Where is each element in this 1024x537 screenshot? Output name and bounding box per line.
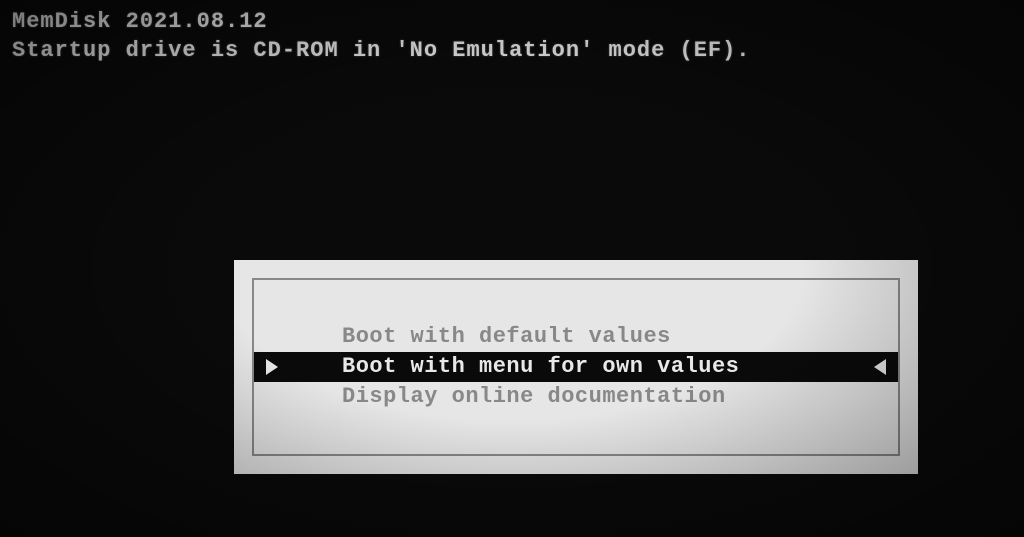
menu-item-boot-own-values[interactable]: Boot with menu for own values [254, 352, 898, 382]
menu-item-label: Boot with menu for own values [342, 354, 739, 379]
header-line-1: MemDisk 2021.08.12 [12, 8, 751, 37]
menu-item-label: Boot with default values [342, 324, 671, 349]
menu-item-boot-default[interactable]: Boot with default values [254, 322, 898, 352]
boot-header: MemDisk 2021.08.12 Startup drive is CD-R… [12, 8, 751, 65]
boot-menu-box: Boot with default values Boot with menu … [234, 260, 918, 474]
menu-item-display-docs[interactable]: Display online documentation [254, 382, 898, 412]
boot-menu-inner: Boot with default values Boot with menu … [252, 278, 900, 456]
menu-item-label: Display online documentation [342, 384, 726, 409]
header-line-2: Startup drive is CD-ROM in 'No Emulation… [12, 37, 751, 66]
